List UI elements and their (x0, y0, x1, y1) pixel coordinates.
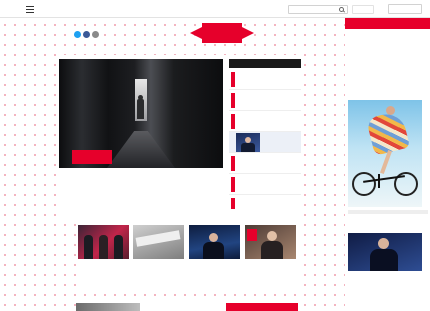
news-feed-title (229, 59, 301, 68)
story-card[interactable] (245, 225, 296, 281)
story-card-image (78, 225, 129, 259)
hamburger-icon (26, 6, 34, 13)
feed-item-number (231, 198, 235, 209)
feed-item-number (231, 156, 235, 171)
subscribe-button[interactable] (388, 4, 422, 14)
feed-item[interactable] (229, 69, 301, 90)
feed-item-number (231, 114, 235, 129)
hero-image-floor (107, 131, 175, 168)
story-card-image (133, 225, 184, 259)
feed-item-number (231, 72, 235, 87)
next-section-banner[interactable] (226, 303, 298, 311)
search-icon[interactable] (339, 7, 344, 12)
story-card[interactable] (78, 225, 129, 281)
feed-item-number (231, 177, 235, 192)
advertisement-caption-bar (348, 210, 428, 214)
feed-item-number (231, 93, 235, 108)
next-section-image[interactable] (76, 303, 140, 311)
next-section-strip (76, 303, 298, 311)
instagram-icon[interactable] (92, 31, 99, 38)
live-badge[interactable] (72, 150, 112, 164)
right-column (345, 18, 430, 311)
right-column-photo[interactable] (348, 233, 422, 271)
story-card-image (189, 225, 240, 259)
news-feed (229, 59, 301, 211)
feed-item[interactable] (229, 174, 301, 195)
feed-item-thumbnail (236, 133, 260, 152)
facebook-icon[interactable] (83, 31, 90, 38)
feed-item-featured[interactable] (229, 132, 301, 153)
story-card[interactable] (189, 225, 240, 281)
feed-item[interactable] (229, 90, 301, 111)
twitter-icon[interactable] (74, 31, 81, 38)
counter-badge[interactable] (352, 5, 374, 14)
story-card-image (245, 225, 296, 259)
menu-button[interactable] (26, 5, 52, 14)
hero-image-figure-body (137, 99, 144, 119)
liberation-logo[interactable] (190, 23, 254, 43)
story-cards (76, 221, 298, 287)
advertisement-image[interactable] (348, 100, 422, 207)
feed-item[interactable] (229, 195, 301, 211)
right-column-header (345, 18, 430, 29)
top-bar (0, 0, 430, 18)
social-links (70, 31, 99, 38)
logo-wordmark (202, 23, 242, 43)
story-card[interactable] (133, 225, 184, 281)
feed-item[interactable] (229, 153, 301, 174)
feed-item[interactable] (229, 111, 301, 132)
